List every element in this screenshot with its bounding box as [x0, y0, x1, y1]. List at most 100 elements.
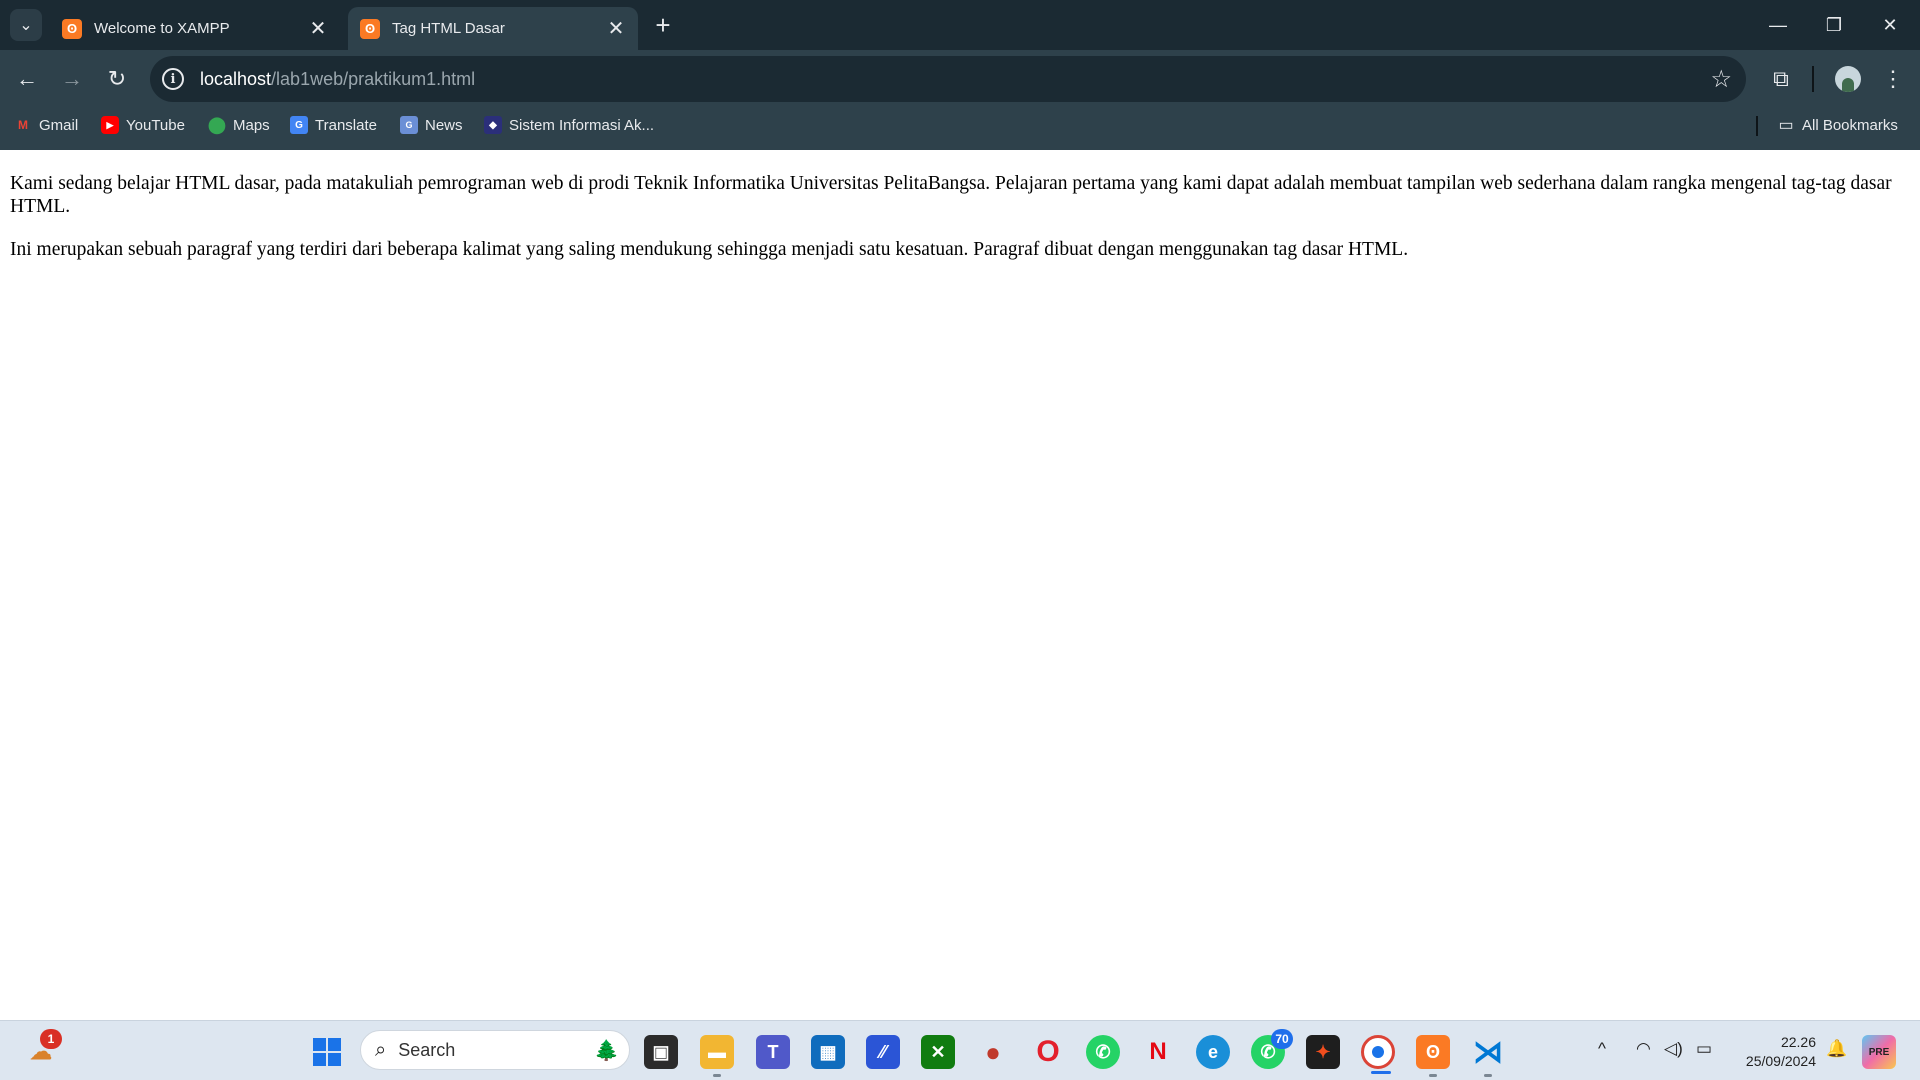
chevron-down-icon: ⌄ — [19, 17, 33, 34]
youtube-icon: ▶ — [101, 116, 119, 134]
battery-icon[interactable]: ▭ — [1696, 1039, 1712, 1059]
store-icon: ▦ — [819, 1041, 837, 1062]
clock-time: 22.26 — [1780, 1034, 1816, 1050]
xbox-button[interactable]: ✕ — [921, 1035, 955, 1069]
store-button[interactable]: ▦ — [811, 1035, 845, 1069]
restore-icon: ❐ — [1825, 14, 1843, 35]
new-tab-button[interactable]: + — [648, 10, 678, 40]
taskbar: ☁ 1 ⌕ Search 🌲 ▣ ▬ T ▦ ⁄⁄ ✕ ● O ✆ N e ✆ — [0, 1020, 1920, 1080]
tab-welcome-xampp[interactable]: ʘ Welcome to XAMPP ✕ — [50, 7, 340, 50]
search-icon: ⌕ — [375, 1038, 387, 1061]
vscode-button[interactable]: ⋊ — [1471, 1035, 1505, 1077]
bookmark-gmail[interactable]: M Gmail — [14, 108, 78, 142]
extensions-button[interactable]: ⧉ — [1764, 62, 1798, 96]
bookmark-label: Sistem Informasi Ak... — [509, 116, 655, 134]
close-tab-icon[interactable]: ✕ — [304, 15, 332, 43]
opera-button[interactable]: O — [1031, 1035, 1065, 1069]
bookmark-star-icon[interactable]: ☆ — [1710, 65, 1732, 94]
ladybug-app-button[interactable]: ● — [976, 1035, 1010, 1069]
forward-button[interactable]: → — [55, 62, 89, 96]
wifi-icon[interactable]: ◠ — [1636, 1039, 1651, 1059]
teams-button[interactable]: T — [756, 1035, 790, 1069]
figma-button[interactable]: ✦ — [1306, 1035, 1340, 1069]
chrome-button[interactable] — [1361, 1035, 1395, 1074]
folder-icon: ▭ — [1778, 117, 1794, 134]
notifications-bell-icon[interactable]: 🔔 — [1826, 1039, 1847, 1059]
back-button[interactable]: ← — [10, 62, 44, 96]
chrome-icon — [1372, 1046, 1384, 1058]
netflix-button[interactable]: N — [1141, 1035, 1175, 1069]
task-view-icon: ▣ — [652, 1041, 670, 1062]
minimize-button[interactable]: — — [1750, 0, 1806, 50]
xampp-icon: ʘ — [62, 18, 82, 39]
task-view-button[interactable]: ▣ — [644, 1035, 678, 1069]
bookmark-youtube[interactable]: ▶ YouTube — [101, 108, 185, 142]
plus-icon: + — [655, 9, 671, 40]
bookmark-translate[interactable]: G Translate — [290, 108, 377, 142]
tab-tag-html-dasar[interactable]: ʘ Tag HTML Dasar ✕ — [348, 7, 638, 50]
puzzle-icon: ⧉ — [1773, 66, 1789, 91]
restore-button[interactable]: ❐ — [1806, 0, 1862, 50]
bookmark-label: Translate — [315, 116, 377, 134]
opera-icon: O — [1036, 1035, 1060, 1068]
xbox-icon: ✕ — [930, 1041, 946, 1062]
profile-avatar[interactable] — [1835, 66, 1861, 92]
reload-icon: ↻ — [107, 66, 127, 91]
avatar-figure — [1842, 78, 1854, 92]
bookmarks-divider — [1756, 116, 1758, 136]
file-explorer-button[interactable]: ▬ — [700, 1035, 734, 1077]
volume-icon[interactable]: ◁) — [1664, 1039, 1683, 1059]
arrow-right-icon: → — [61, 66, 83, 91]
app-button[interactable]: ⁄⁄ — [866, 1035, 900, 1069]
figma-icon: ✦ — [1315, 1041, 1331, 1062]
bookmark-label: All Bookmarks — [1802, 116, 1898, 134]
vscode-icon: ⋊ — [1473, 1035, 1503, 1069]
translate-icon: G — [290, 116, 308, 134]
tab-search-button[interactable]: ⌄ — [10, 9, 42, 41]
folder-icon: ▬ — [708, 1041, 726, 1062]
bookmark-news[interactable]: G News — [400, 108, 463, 142]
bookmark-maps[interactable]: ⬤ Maps — [208, 108, 270, 142]
page-content: Kami sedang belajar HTML dasar, pada mat… — [0, 150, 1920, 1020]
xampp-icon: ʘ — [360, 18, 380, 39]
teams-icon: T — [767, 1041, 779, 1062]
edge-button[interactable]: e — [1196, 1035, 1230, 1069]
taskbar-search[interactable]: ⌕ Search 🌲 — [360, 1030, 630, 1070]
close-tab-icon[interactable]: ✕ — [602, 15, 630, 43]
map-pin-icon: ⬤ — [208, 117, 226, 134]
site-info-icon[interactable]: i — [162, 68, 184, 90]
minimize-icon: — — [1769, 14, 1787, 35]
menu-button[interactable]: ⋮ — [1876, 62, 1910, 96]
university-icon: ◆ — [484, 116, 502, 134]
notification-badge: 1 — [40, 1029, 62, 1049]
bookmark-label: YouTube — [126, 116, 185, 134]
running-indicator — [713, 1074, 721, 1077]
weather-widget[interactable]: ☁ 1 — [24, 1029, 62, 1069]
whatsapp-web-button[interactable]: ✆ — [1086, 1035, 1120, 1069]
url-host: localhost — [200, 68, 272, 89]
xampp-button[interactable]: ʘ — [1416, 1035, 1450, 1077]
windows-logo-icon — [313, 1038, 341, 1066]
close-window-button[interactable]: ✕ — [1862, 0, 1918, 50]
paragraph-2: Ini merupakan sebuah paragraf yang terdi… — [10, 239, 1409, 260]
copilot-icon: PRE — [1868, 1046, 1890, 1058]
all-bookmarks-button[interactable]: ▭ All Bookmarks — [1777, 108, 1898, 142]
bookmark-label: Gmail — [39, 116, 79, 134]
gmail-icon: M — [18, 118, 28, 132]
bookmark-label: Maps — [233, 116, 270, 134]
address-bar[interactable]: i localhost/lab1web/praktikum1.html ☆ — [150, 56, 1746, 102]
copilot-button[interactable]: PRE — [1862, 1035, 1896, 1069]
show-hidden-icons-button[interactable]: ^ — [1598, 1039, 1606, 1059]
bookmark-sistem-informasi[interactable]: ◆ Sistem Informasi Ak... — [484, 108, 654, 142]
whatsapp-button[interactable]: ✆ 70 — [1251, 1029, 1293, 1069]
paragraph-1: Kami sedang belajar HTML dasar, pada mat… — [10, 173, 1892, 217]
clock-date: 25/09/2024 — [1745, 1053, 1816, 1069]
ladybug-icon: ● — [985, 1036, 1001, 1067]
search-label: Search — [398, 1039, 456, 1060]
clock[interactable]: 22.26 25/09/2024 — [1730, 1033, 1816, 1071]
notification-badge: 70 — [1271, 1029, 1293, 1049]
reload-button[interactable]: ↻ — [100, 62, 134, 96]
browser-window: ⌄ ʘ Welcome to XAMPP ✕ ʘ Tag HTML Dasar … — [0, 0, 1920, 1080]
start-button[interactable] — [310, 1035, 344, 1069]
toolbar-divider — [1812, 66, 1814, 92]
